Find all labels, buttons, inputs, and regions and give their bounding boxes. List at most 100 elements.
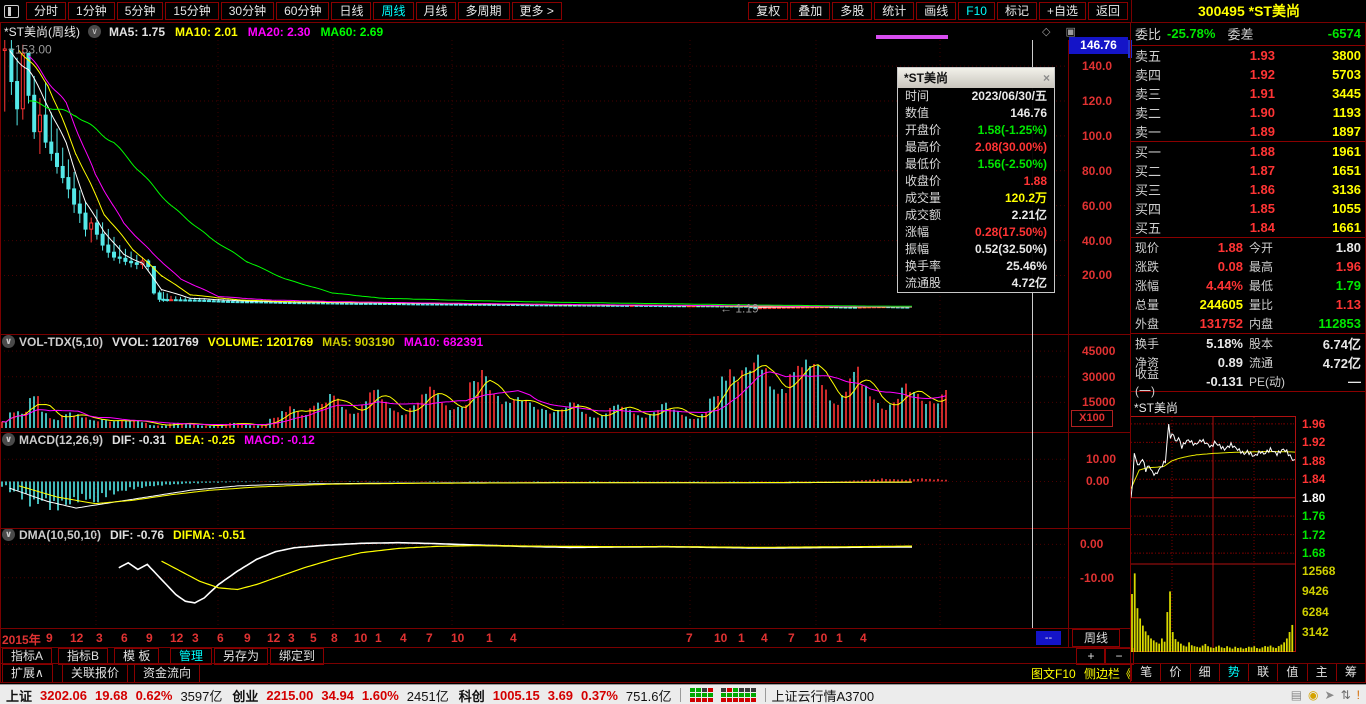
level-price: 1.87 — [1249, 163, 1275, 178]
info-value: 4.72亿 — [1322, 356, 1361, 371]
ask-row[interactable]: 卖三 1.91 3445 — [1131, 84, 1365, 103]
info-value: — — [1348, 374, 1361, 389]
quote-tab-筹[interactable]: 筹 — [1335, 664, 1365, 681]
period-tab-60分钟[interactable]: 60分钟 — [276, 2, 330, 20]
tooltip-value: 120.2万 — [1004, 191, 1047, 205]
period-label: 周线 — [1072, 629, 1120, 647]
data-tooltip[interactable]: *ST美尚 × 时间 2023/06/30/五 数值 146.76 开盘价 1.58(-1… — [897, 67, 1055, 293]
sidebar-link[interactable]: 侧边栏《 — [1084, 665, 1132, 682]
tooltip-value: 1.56(-2.50%) — [977, 157, 1047, 171]
led-cell — [745, 698, 751, 702]
ask-row[interactable]: 卖一 1.89 1897 — [1131, 122, 1365, 141]
collapse-chevron-icon[interactable]: ∨ — [88, 25, 101, 38]
tool-button-标记[interactable]: 标记 — [996, 2, 1037, 20]
x-axis-label: 4 — [400, 631, 407, 645]
svg-text:← 1.19: ← 1.19 — [720, 301, 759, 315]
bid-row[interactable]: 买五 1.84 1661 — [1131, 218, 1365, 237]
quote-tab-价[interactable]: 价 — [1160, 664, 1189, 681]
quote-tab-笔[interactable]: 笔 — [1131, 664, 1160, 681]
mini-vol-tick: 3142 — [1302, 624, 1329, 639]
tooltip-title-bar[interactable]: *ST美尚 × — [898, 68, 1054, 88]
index-change: 19.68 — [95, 687, 128, 703]
quote-info-row: 外盘 131752 内盘 112853 — [1131, 314, 1365, 333]
period-tab-30分钟[interactable]: 30分钟 — [220, 2, 275, 20]
quote-tab-势[interactable]: 势 — [1218, 664, 1248, 681]
tool-button-复权[interactable]: 复权 — [748, 2, 789, 20]
ask-row[interactable]: 卖五 1.93 3800 — [1131, 46, 1365, 65]
level-label: 卖二 — [1135, 106, 1162, 121]
right-panel-tabs: 笔价细势联值主筹 — [1131, 664, 1365, 681]
period-tab-日线[interactable]: 日线 — [331, 2, 372, 20]
period-tab-1分钟[interactable]: 1分钟 — [68, 2, 115, 20]
intraday-mini-chart[interactable] — [1130, 416, 1297, 654]
ask-row[interactable]: 卖二 1.90 1193 — [1131, 103, 1365, 122]
crosshair-date-box: -- — [1036, 631, 1061, 645]
index-value: 1005.15 — [492, 687, 540, 703]
led-cell — [739, 693, 745, 697]
led-cell — [696, 693, 702, 697]
quote-tab-值[interactable]: 值 — [1277, 664, 1306, 681]
info-label: 涨幅 — [1135, 279, 1160, 293]
period-tab-月线[interactable]: 月线 — [415, 2, 456, 20]
mini-price-tick: 1.72 — [1302, 527, 1326, 542]
index-quote-上证[interactable]: 上证 3202.06 19.68 0.62% 3597亿 — [6, 686, 226, 704]
graphic-f10-link[interactable]: 图文F10 — [1031, 665, 1076, 682]
index-change: 3.69 — [547, 687, 574, 703]
bid-row[interactable]: 买四 1.85 1055 — [1131, 199, 1365, 218]
tooltip-value: 4.72亿 — [1011, 276, 1047, 290]
tool-button-叠加[interactable]: 叠加 — [790, 2, 831, 20]
bid-row[interactable]: 买三 1.86 3136 — [1131, 180, 1365, 199]
index-quote-科创[interactable]: 科创 1005.15 3.69 0.37% 751.6亿 — [459, 686, 676, 704]
file-icon[interactable]: ▤ — [1291, 688, 1302, 702]
info-value: 6.74亿 — [1322, 337, 1361, 352]
tooltip-value: 2.21亿 — [1011, 208, 1047, 222]
period-tab-分时[interactable]: 分时 — [26, 2, 67, 20]
drawn-trendline[interactable] — [876, 35, 948, 39]
quote-tab-细[interactable]: 细 — [1189, 664, 1219, 681]
tool-button-返回[interactable]: 返回 — [1087, 2, 1128, 20]
level-price: 1.91 — [1249, 86, 1275, 101]
tool-button-多股[interactable]: 多股 — [832, 2, 873, 20]
panel-tab-扩展∧[interactable]: 扩展∧ — [2, 664, 53, 683]
mini-price-tick: 1.68 — [1302, 546, 1326, 561]
info-label: 内盘 — [1249, 317, 1274, 331]
close-icon[interactable]: × — [1043, 68, 1050, 88]
x-axis-label: 10 — [814, 631, 828, 645]
y-axis-tick: 120.0 — [1082, 94, 1113, 109]
panel-tab-关联报价[interactable]: 关联报价 — [62, 664, 129, 683]
fund-info-row: 换手 5.18% 股本 6.74亿 — [1131, 334, 1365, 353]
led-cell — [702, 688, 708, 692]
alert-icon[interactable]: ! — [1357, 688, 1360, 702]
index-quote-创业[interactable]: 创业 2215.00 34.94 1.60% 2451亿 — [232, 686, 452, 704]
panel-tab-资金流向[interactable]: 资金流向 — [134, 664, 201, 683]
quote-tab-主[interactable]: 主 — [1306, 664, 1336, 681]
tool-button-画线[interactable]: 画线 — [916, 2, 957, 20]
sort-icon[interactable]: ⇅ — [1341, 688, 1351, 702]
led-cell — [721, 693, 727, 697]
period-tab-更多 >[interactable]: 更多 > — [511, 2, 562, 20]
period-tab-5分钟[interactable]: 5分钟 — [116, 2, 164, 20]
period-tab-周线[interactable]: 周线 — [373, 2, 414, 20]
sidebar-toggle-icon[interactable] — [4, 4, 19, 18]
bid-row[interactable]: 买一 1.88 1961 — [1131, 142, 1365, 161]
coin-icon[interactable]: ◉ — [1308, 688, 1318, 702]
quote-tab-联[interactable]: 联 — [1248, 664, 1277, 681]
right-quote-panel: 委比 -25.78% 委差 -6574 卖五 1.93 3800 卖四 1.92 5703 卖三 1.… — [1131, 22, 1365, 398]
mini-vol-tick: 12568 — [1302, 564, 1336, 578]
period-tab-15分钟[interactable]: 15分钟 — [165, 2, 219, 20]
tooltip-row: 开盘价 1.58(-1.25%) — [898, 122, 1054, 139]
y-axis-tick: -10.00 — [1080, 570, 1115, 585]
level-label: 买一 — [1135, 145, 1162, 160]
level-amount: 1961 — [1332, 144, 1361, 159]
info-value: 4.44% — [1206, 278, 1243, 293]
tool-button-+自选[interactable]: +自选 — [1038, 2, 1086, 20]
level-amount: 1897 — [1332, 124, 1361, 139]
period-tab-多周期[interactable]: 多周期 — [457, 2, 510, 20]
level-label: 买二 — [1135, 164, 1162, 179]
tool-button-统计[interactable]: 统计 — [874, 2, 915, 20]
bid-row[interactable]: 买二 1.87 1651 — [1131, 161, 1365, 180]
tool-button-F10[interactable]: F10 — [958, 2, 995, 20]
send-icon[interactable]: ➤ — [1325, 688, 1335, 702]
led-cell — [733, 688, 739, 692]
ask-row[interactable]: 卖四 1.92 5703 — [1131, 65, 1365, 84]
